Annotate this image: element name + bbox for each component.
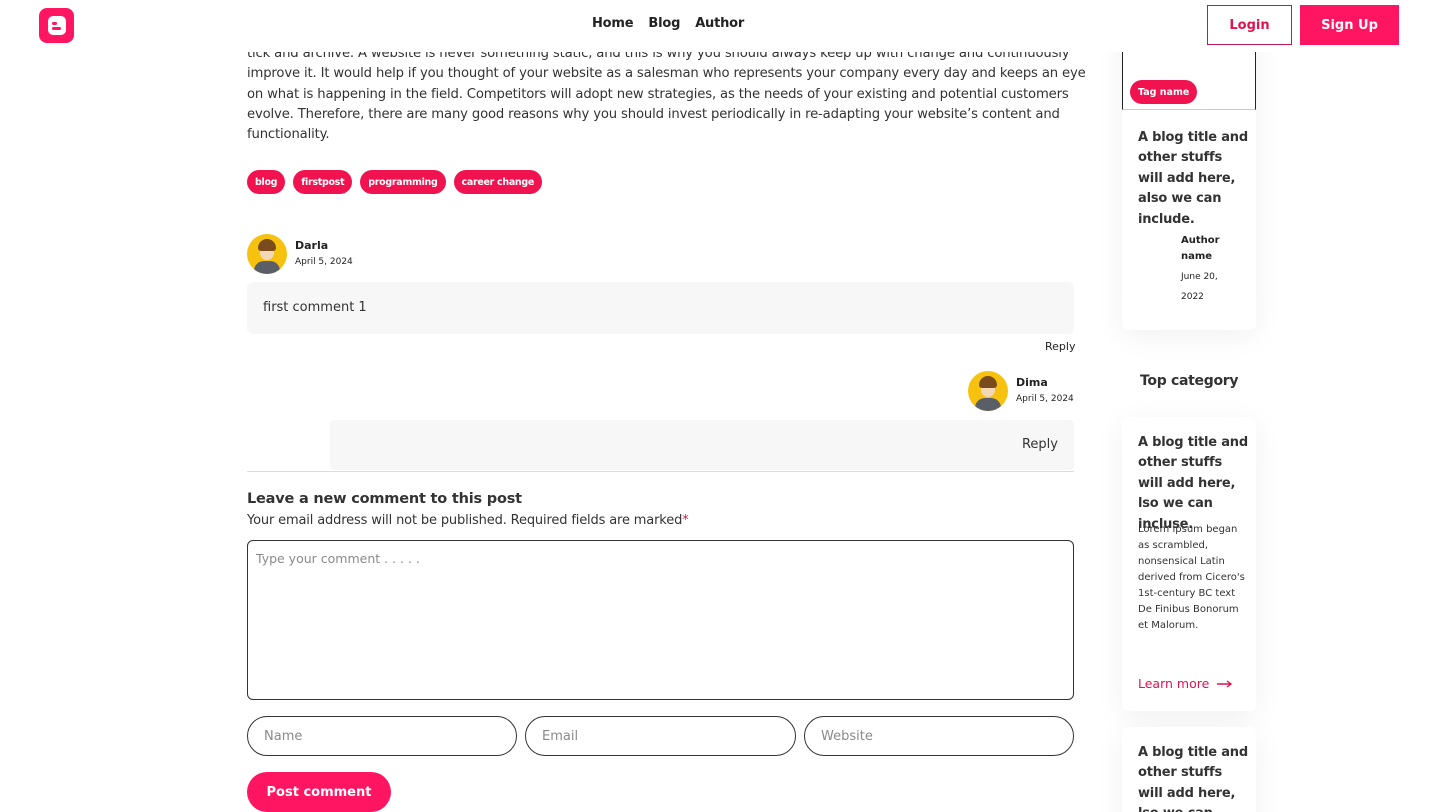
tag-programming[interactable]: programming bbox=[360, 170, 446, 194]
website-input[interactable] bbox=[804, 716, 1074, 756]
nav-blog[interactable]: Blog bbox=[648, 16, 680, 31]
email-input[interactable] bbox=[525, 716, 796, 756]
tag-blog[interactable]: blog bbox=[247, 170, 286, 194]
card-title[interactable]: A blog title and other stuffs will add h… bbox=[1138, 433, 1248, 535]
name-input[interactable] bbox=[247, 716, 517, 756]
required-mark: * bbox=[682, 513, 689, 528]
article-line: improve it. It would help if you thought… bbox=[247, 66, 1086, 82]
post-comment-button[interactable]: Post comment bbox=[247, 772, 391, 812]
avatar bbox=[968, 371, 1008, 411]
tag-firstpost[interactable]: firstpost bbox=[293, 170, 353, 194]
card-title[interactable]: A blog title and other stuffs will add h… bbox=[1138, 128, 1248, 230]
comment-author: Dima bbox=[1016, 376, 1048, 389]
main-nav: Home Blog Author bbox=[592, 16, 744, 31]
comment-date: April 5, 2024 bbox=[1016, 394, 1074, 404]
reply-comment-body: Reply bbox=[330, 420, 1074, 470]
post-tags: blog firstpost programming career change bbox=[247, 170, 543, 194]
comment-textarea[interactable] bbox=[247, 540, 1074, 700]
nav-home[interactable]: Home bbox=[592, 16, 634, 31]
tag-badge[interactable]: Tag name bbox=[1130, 80, 1198, 104]
category-card[interactable]: A blog title and other stuffs will add h… bbox=[1122, 417, 1256, 711]
blogger-logo-icon[interactable] bbox=[39, 8, 74, 43]
article-line: on what is happening in the field. Compe… bbox=[247, 86, 1069, 102]
tag-career-change[interactable]: career change bbox=[453, 170, 543, 194]
comment-form-note: Your email address will not be published… bbox=[247, 513, 689, 528]
post-date: June 20, 2022 bbox=[1181, 272, 1218, 302]
category-card[interactable]: A blog title and other stuffs will add h… bbox=[1122, 727, 1256, 812]
comment-form-title: Leave a new comment to this post bbox=[247, 491, 522, 507]
reply-link[interactable]: Reply bbox=[1022, 437, 1058, 452]
arrow-right-icon bbox=[1217, 679, 1233, 688]
learn-more-link[interactable]: Learn more bbox=[1138, 676, 1233, 691]
site-header: Home Blog Author Login Sign Up bbox=[0, 0, 1439, 52]
signup-button[interactable]: Sign Up bbox=[1300, 5, 1399, 45]
author-name: Author name bbox=[1181, 235, 1220, 262]
card-description: Lorem ipsum began as scrambled, nonsensi… bbox=[1138, 524, 1245, 631]
article-body: tick and archive. A website is never som… bbox=[247, 44, 1086, 145]
comment-author: Darla bbox=[295, 239, 329, 252]
section-title: Top category bbox=[1140, 373, 1239, 389]
login-button[interactable]: Login bbox=[1207, 5, 1292, 45]
card-title[interactable]: A blog title and other stuffs will add h… bbox=[1138, 743, 1248, 812]
comment-body: first comment 1 bbox=[247, 282, 1074, 334]
reply-link[interactable]: Reply bbox=[1045, 340, 1075, 353]
avatar bbox=[247, 234, 287, 274]
article-line: evolve. Therefore, there are many good r… bbox=[247, 106, 1060, 122]
article-line: functionality. bbox=[247, 127, 330, 143]
divider bbox=[247, 471, 1074, 472]
comment-date: April 5, 2024 bbox=[295, 257, 353, 267]
nav-author[interactable]: Author bbox=[695, 16, 744, 31]
